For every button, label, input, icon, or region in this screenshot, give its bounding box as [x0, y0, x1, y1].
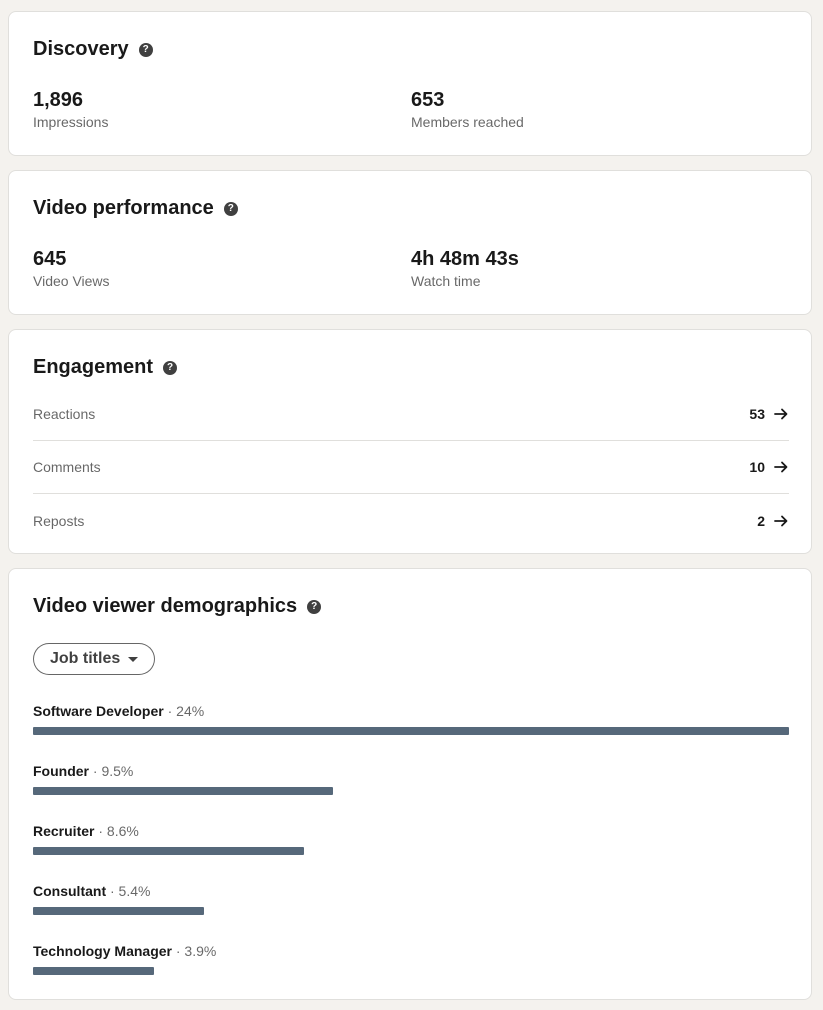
- discovery-title-row: Discovery ?: [33, 38, 153, 61]
- demographic-percent: · 8.6%: [94, 823, 139, 839]
- engagement-row-right: 53: [749, 406, 789, 422]
- demographic-row: Recruiter · 8.6%: [33, 822, 789, 855]
- help-icon[interactable]: ?: [223, 201, 238, 216]
- demographic-percent: · 9.5%: [89, 763, 134, 779]
- video-performance-title-row: Video performance ?: [33, 197, 238, 220]
- discovery-card: Discovery ? 1,896 Impressions 653 Member…: [8, 11, 812, 156]
- demographic-percent: · 5.4%: [106, 883, 151, 899]
- arrow-right-icon[interactable]: [773, 406, 789, 422]
- watch-time-metric: 4h 48m 43s Watch time: [411, 247, 519, 291]
- comments-count: 10: [749, 459, 765, 475]
- video-performance-title: Video performance: [33, 197, 214, 219]
- demographic-bar: [33, 727, 789, 735]
- demographic-percent: · 3.9%: [171, 943, 217, 959]
- help-icon[interactable]: ?: [163, 360, 178, 375]
- demographic-row: Founder · 9.5%: [33, 762, 789, 795]
- demographic-name: Technology Manager: [33, 943, 172, 959]
- demographic-label: Consultant · 5.4%: [33, 882, 789, 900]
- reactions-count: 53: [749, 406, 765, 422]
- help-icon[interactable]: ?: [138, 42, 153, 57]
- demographics-title-row: Video viewer demographics ?: [33, 595, 322, 618]
- video-performance-card: Video performance ? 645 Video Views 4h 4…: [8, 170, 812, 315]
- demographic-label: Founder · 9.5%: [33, 762, 789, 780]
- watch-time-value: 4h 48m 43s: [411, 248, 519, 270]
- members-reached-metric: 653 Members reached: [411, 88, 524, 132]
- engagement-row-reposts[interactable]: Reposts 2: [33, 494, 789, 547]
- help-icon[interactable]: ?: [307, 599, 322, 614]
- impressions-metric: 1,896 Impressions: [33, 88, 108, 132]
- demographic-bar: [33, 787, 333, 795]
- demographic-percent: · 24%: [163, 703, 205, 719]
- engagement-row-reactions[interactable]: Reactions 53: [33, 388, 789, 441]
- video-views-value: 645: [33, 248, 67, 270]
- discovery-title: Discovery: [33, 38, 129, 60]
- engagement-row-right: 10: [749, 459, 789, 475]
- demographic-bar: [33, 907, 204, 915]
- demographic-name: Consultant: [33, 883, 107, 899]
- demographic-row: Technology Manager · 3.9%: [33, 942, 789, 975]
- impressions-label: Impressions: [33, 114, 109, 130]
- demographic-name: Founder: [33, 763, 89, 779]
- watch-time-label: Watch time: [411, 273, 481, 289]
- engagement-title: Engagement: [33, 356, 154, 378]
- video-views-label: Video Views: [33, 273, 110, 289]
- engagement-row-label: Reposts: [33, 512, 85, 529]
- demographic-bar: [33, 967, 154, 975]
- demographic-row: Consultant · 5.4%: [33, 882, 789, 915]
- video-views-metric: 645 Video Views: [33, 247, 110, 291]
- engagement-row-right: 2: [757, 513, 789, 529]
- demographics-card: Video viewer demographics ? Job titles S…: [8, 568, 812, 1000]
- demographic-label: Technology Manager · 3.9%: [33, 942, 789, 960]
- impressions-value: 1,896: [33, 89, 84, 111]
- members-reached-value: 653: [411, 89, 445, 111]
- members-reached-label: Members reached: [411, 114, 524, 130]
- demographic-row: Software Developer · 24%: [33, 702, 789, 735]
- engagement-row-label: Reactions: [33, 406, 96, 422]
- reposts-count: 2: [757, 512, 765, 529]
- demographic-bar: [33, 847, 304, 855]
- demographic-label: Software Developer · 24%: [33, 702, 789, 720]
- arrow-right-icon[interactable]: [773, 513, 789, 529]
- engagement-row-label: Comments: [33, 459, 101, 475]
- arrow-right-icon[interactable]: [773, 459, 789, 475]
- dropdown-label: Job titles: [50, 650, 121, 667]
- job-titles-dropdown[interactable]: Job titles: [33, 643, 156, 675]
- demographics-title: Video viewer demographics: [33, 595, 298, 617]
- demographic-name: Software Developer: [33, 703, 164, 719]
- demographic-label: Recruiter · 8.6%: [33, 822, 789, 840]
- demographic-name: Recruiter: [33, 823, 95, 839]
- engagement-title-row: Engagement ?: [33, 356, 178, 379]
- engagement-card: Engagement ? Reactions 53 Comments 10 Re…: [8, 329, 812, 554]
- engagement-row-comments[interactable]: Comments 10: [33, 441, 789, 494]
- caret-down-icon: [128, 656, 139, 662]
